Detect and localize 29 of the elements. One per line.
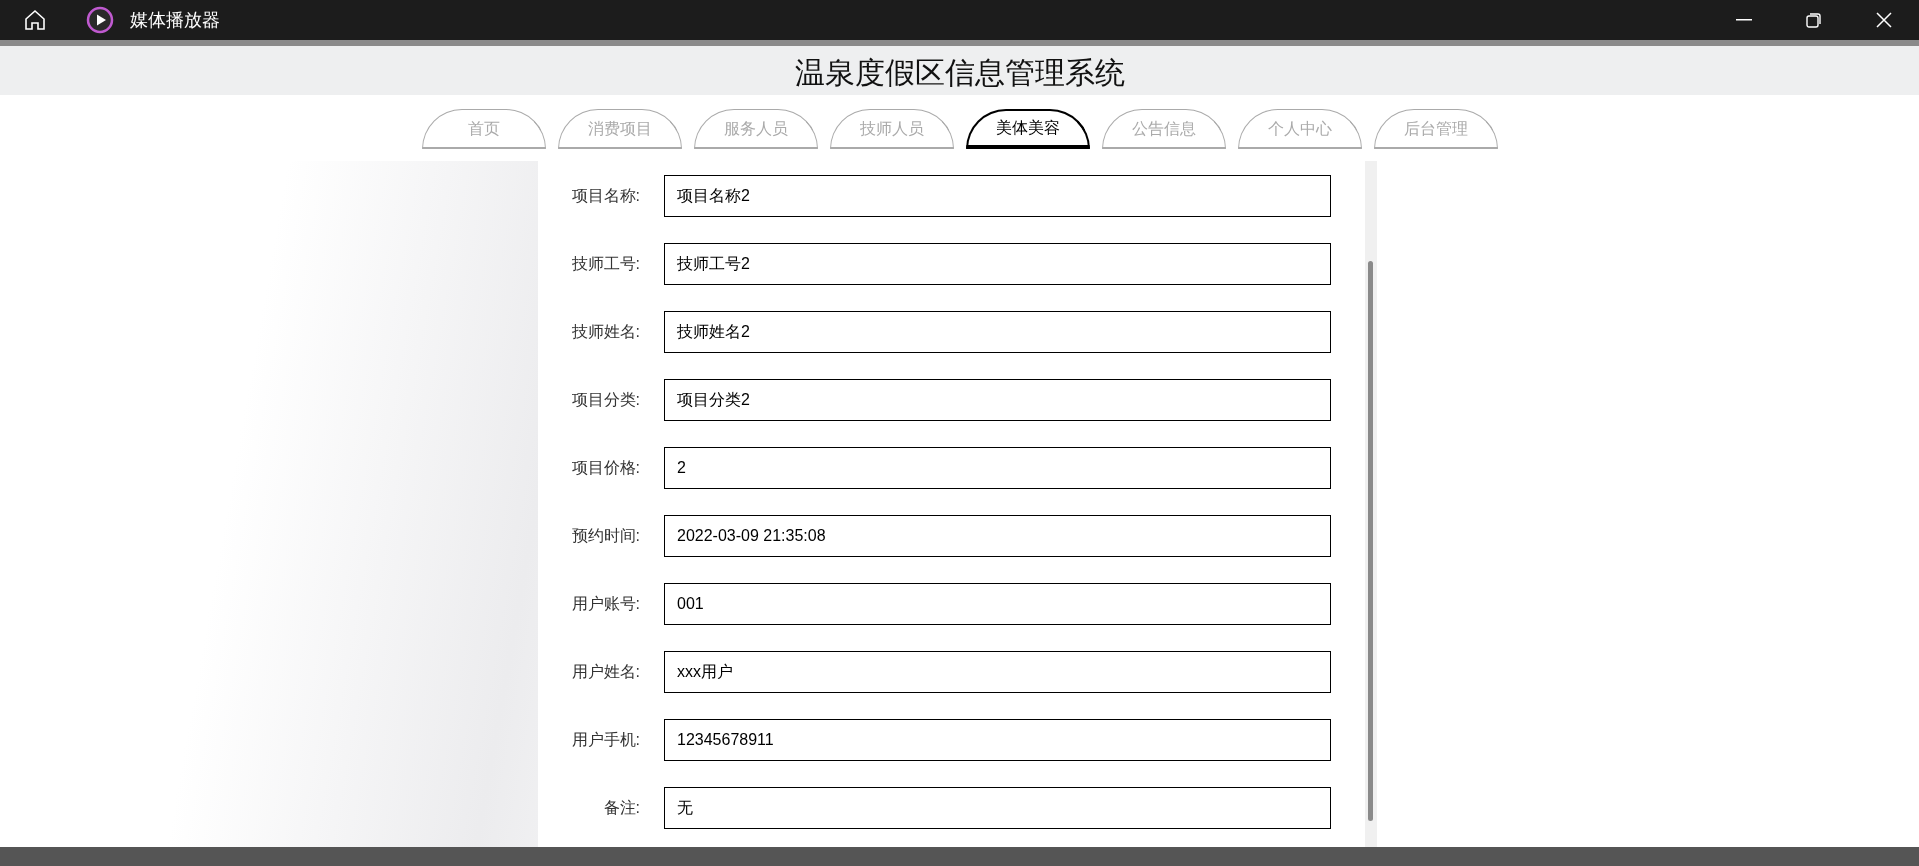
scrollbar-thumb[interactable] — [1368, 261, 1373, 821]
input-field[interactable]: 2 — [664, 447, 1331, 489]
input-field[interactable]: xxx用户 — [664, 651, 1331, 693]
input-field[interactable]: 无 — [664, 787, 1331, 829]
field-label: 预约时间: — [570, 526, 641, 546]
restore-icon — [1806, 12, 1822, 28]
field-label: 项目价格: — [570, 458, 641, 478]
field-label: 项目名称: — [570, 186, 641, 206]
input-field[interactable]: 001 — [664, 583, 1331, 625]
nav-tab[interactable]: 美体美容 — [965, 109, 1090, 149]
minimize-icon — [1736, 19, 1752, 21]
input-field[interactable]: 项目名称2 — [664, 175, 1331, 217]
field-label: 技师工号: — [570, 254, 641, 274]
page-title: 温泉度假区信息管理系统 — [794, 55, 1125, 91]
input-field[interactable]: 技师工号2 — [664, 243, 1331, 285]
field-label: 技师姓名: — [570, 322, 641, 342]
input-field[interactable]: 12345678911 — [664, 719, 1331, 761]
input-field[interactable]: 2022-03-09 21:35:08 — [664, 515, 1331, 557]
field-label: 备注: — [602, 798, 641, 818]
field-label: 项目分类: — [570, 390, 641, 410]
field-label: 用户姓名: — [570, 662, 641, 682]
window-title: 媒体播放器 — [130, 8, 220, 32]
input-field[interactable]: 技师姓名2 — [664, 311, 1331, 353]
home-icon — [23, 8, 47, 32]
close-icon — [1876, 12, 1892, 28]
play-logo-icon — [86, 6, 114, 34]
field-label: 用户手机: — [570, 730, 641, 750]
field-label: 用户账号: — [570, 594, 641, 614]
input-field[interactable]: 项目分类2 — [664, 379, 1331, 421]
